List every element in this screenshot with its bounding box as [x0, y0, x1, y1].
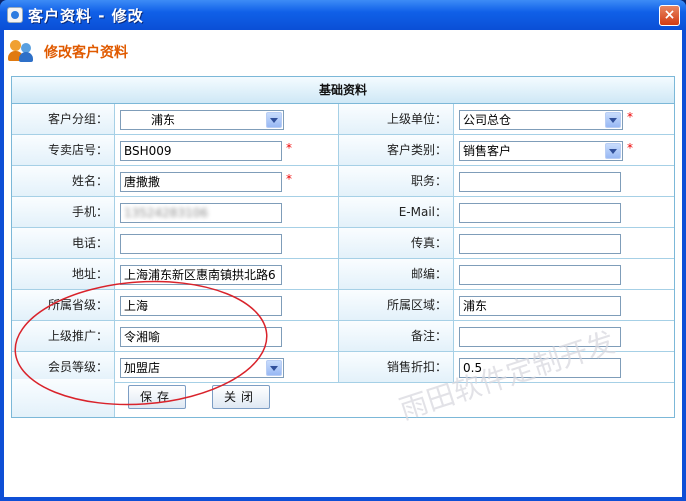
customer-group-label: 客户分组： — [12, 104, 115, 134]
title-bar[interactable]: 客户资料 - 修改 × — [0, 0, 686, 30]
form-row: 专卖店号： BSH009 * 客户类别： 销售客户 * — [12, 135, 674, 166]
store-no-input[interactable]: BSH009 — [120, 141, 282, 161]
app-icon — [7, 7, 23, 23]
form-row: 手机： 13524283106 E-Mail： — [12, 197, 674, 228]
mobile-label: 手机： — [12, 197, 115, 227]
chevron-down-icon[interactable] — [266, 112, 282, 128]
window-title: 客户资料 - 修改 — [28, 7, 144, 25]
customer-type-select[interactable]: 销售客户 — [459, 141, 623, 161]
remark-label: 备注： — [338, 321, 454, 351]
annotation-ellipse — [14, 280, 268, 406]
parent-unit-select[interactable]: 公司总仓 — [459, 110, 623, 130]
fax-label: 传真： — [338, 228, 454, 258]
customer-group-select[interactable]: 浦东 — [120, 110, 284, 130]
parent-unit-label: 上级单位： — [338, 104, 454, 134]
form-row: 姓名： 唐撒撒 * 职务： — [12, 166, 674, 197]
name-label: 姓名： — [12, 166, 115, 196]
section-title-basic-info: 基础资料 — [12, 77, 674, 104]
phone-input[interactable] — [120, 234, 282, 254]
mobile-value: 13524283106 — [124, 206, 208, 220]
chevron-down-icon[interactable] — [605, 143, 621, 159]
store-no-label: 专卖店号： — [12, 135, 115, 165]
mobile-input[interactable]: 13524283106 — [120, 203, 282, 223]
dialog-client-area: 修改客户资料 基础资料 客户分组： 浦东 上级单位： 公司总仓 * 专卖店号： … — [4, 30, 682, 497]
email-input[interactable] — [459, 203, 621, 223]
customer-type-label: 客户类别： — [338, 135, 454, 165]
required-mark: * — [286, 172, 292, 186]
close-window-button[interactable]: × — [659, 5, 680, 26]
customer-group-value: 浦东 — [151, 113, 176, 127]
position-input[interactable] — [459, 172, 621, 192]
form-row: 客户分组： 浦东 上级单位： 公司总仓 * — [12, 104, 674, 135]
region-label: 所属区域： — [338, 290, 454, 320]
page-title: 修改客户资料 — [44, 45, 128, 61]
customer-type-value: 销售客户 — [463, 144, 512, 158]
required-mark: * — [627, 110, 633, 124]
parent-unit-value: 公司总仓 — [463, 113, 512, 127]
name-input[interactable]: 唐撒撒 — [120, 172, 282, 192]
email-label: E-Mail： — [338, 197, 454, 227]
users-icon — [8, 40, 38, 62]
required-mark: * — [627, 141, 633, 155]
position-label: 职务： — [338, 166, 454, 196]
phone-label: 电话： — [12, 228, 115, 258]
chevron-down-icon[interactable] — [605, 112, 621, 128]
dialog-window: 客户资料 - 修改 × 修改客户资料 基础资料 客户分组： 浦东 上级单位： 公… — [0, 0, 686, 501]
zip-label: 邮编： — [338, 259, 454, 289]
fax-input[interactable] — [459, 234, 621, 254]
form-row: 电话： 传真： — [12, 228, 674, 259]
required-mark: * — [286, 141, 292, 155]
zip-input[interactable] — [459, 265, 621, 285]
region-input[interactable]: 浦东 — [459, 296, 621, 316]
